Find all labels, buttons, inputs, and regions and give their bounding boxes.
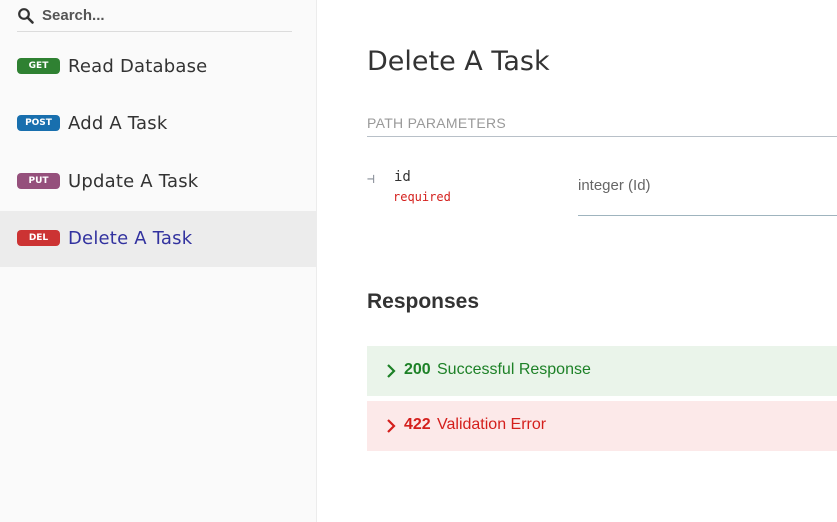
response-description: Validation Error: [437, 416, 547, 433]
tree-branch-icon: ⊣: [367, 172, 375, 187]
param-type: integer (Id): [578, 177, 651, 194]
response-code: 422: [404, 416, 431, 433]
search-box: [17, 0, 292, 32]
sidebar-item-delete-task[interactable]: DEL Delete A Task: [0, 211, 317, 267]
chevron-right-icon: [387, 419, 396, 433]
path-parameters-heading: PATH PARAMETERS: [367, 115, 507, 131]
sidebar-item-label: Read Database: [68, 56, 208, 77]
sidebar-item-label: Update A Task: [68, 171, 199, 192]
search-icon: [18, 8, 34, 24]
responses-heading: Responses: [367, 290, 480, 313]
sidebar-item-read-database[interactable]: GET Read Database: [0, 39, 317, 95]
search-input[interactable]: [42, 3, 287, 27]
method-badge-put: PUT: [17, 173, 60, 189]
sidebar-item-add-task[interactable]: POST Add A Task: [0, 96, 317, 152]
sidebar-item-update-task[interactable]: PUT Update A Task: [0, 154, 317, 210]
response-422-toggle[interactable]: 422 Validation Error: [367, 401, 837, 451]
section-divider: [367, 136, 837, 137]
param-name: id: [394, 169, 411, 185]
page-title: Delete A Task: [367, 46, 550, 77]
method-badge-get: GET: [17, 58, 60, 74]
method-badge-del: DEL: [17, 230, 60, 246]
response-code: 200: [404, 361, 431, 378]
sidebar: GET Read Database POST Add A Task PUT Up…: [0, 0, 317, 522]
chevron-right-icon: [387, 364, 396, 378]
response-description: Successful Response: [437, 361, 591, 378]
operation-panel: Delete A Task PATH PARAMETERS ⊣ id requi…: [317, 0, 837, 522]
param-divider: [578, 215, 837, 216]
sidebar-item-label: Add A Task: [68, 113, 168, 134]
method-badge-post: POST: [17, 115, 60, 131]
response-200-toggle[interactable]: 200 Successful Response: [367, 346, 837, 396]
sidebar-item-label: Delete A Task: [68, 228, 193, 249]
param-required-label: required: [393, 190, 451, 204]
